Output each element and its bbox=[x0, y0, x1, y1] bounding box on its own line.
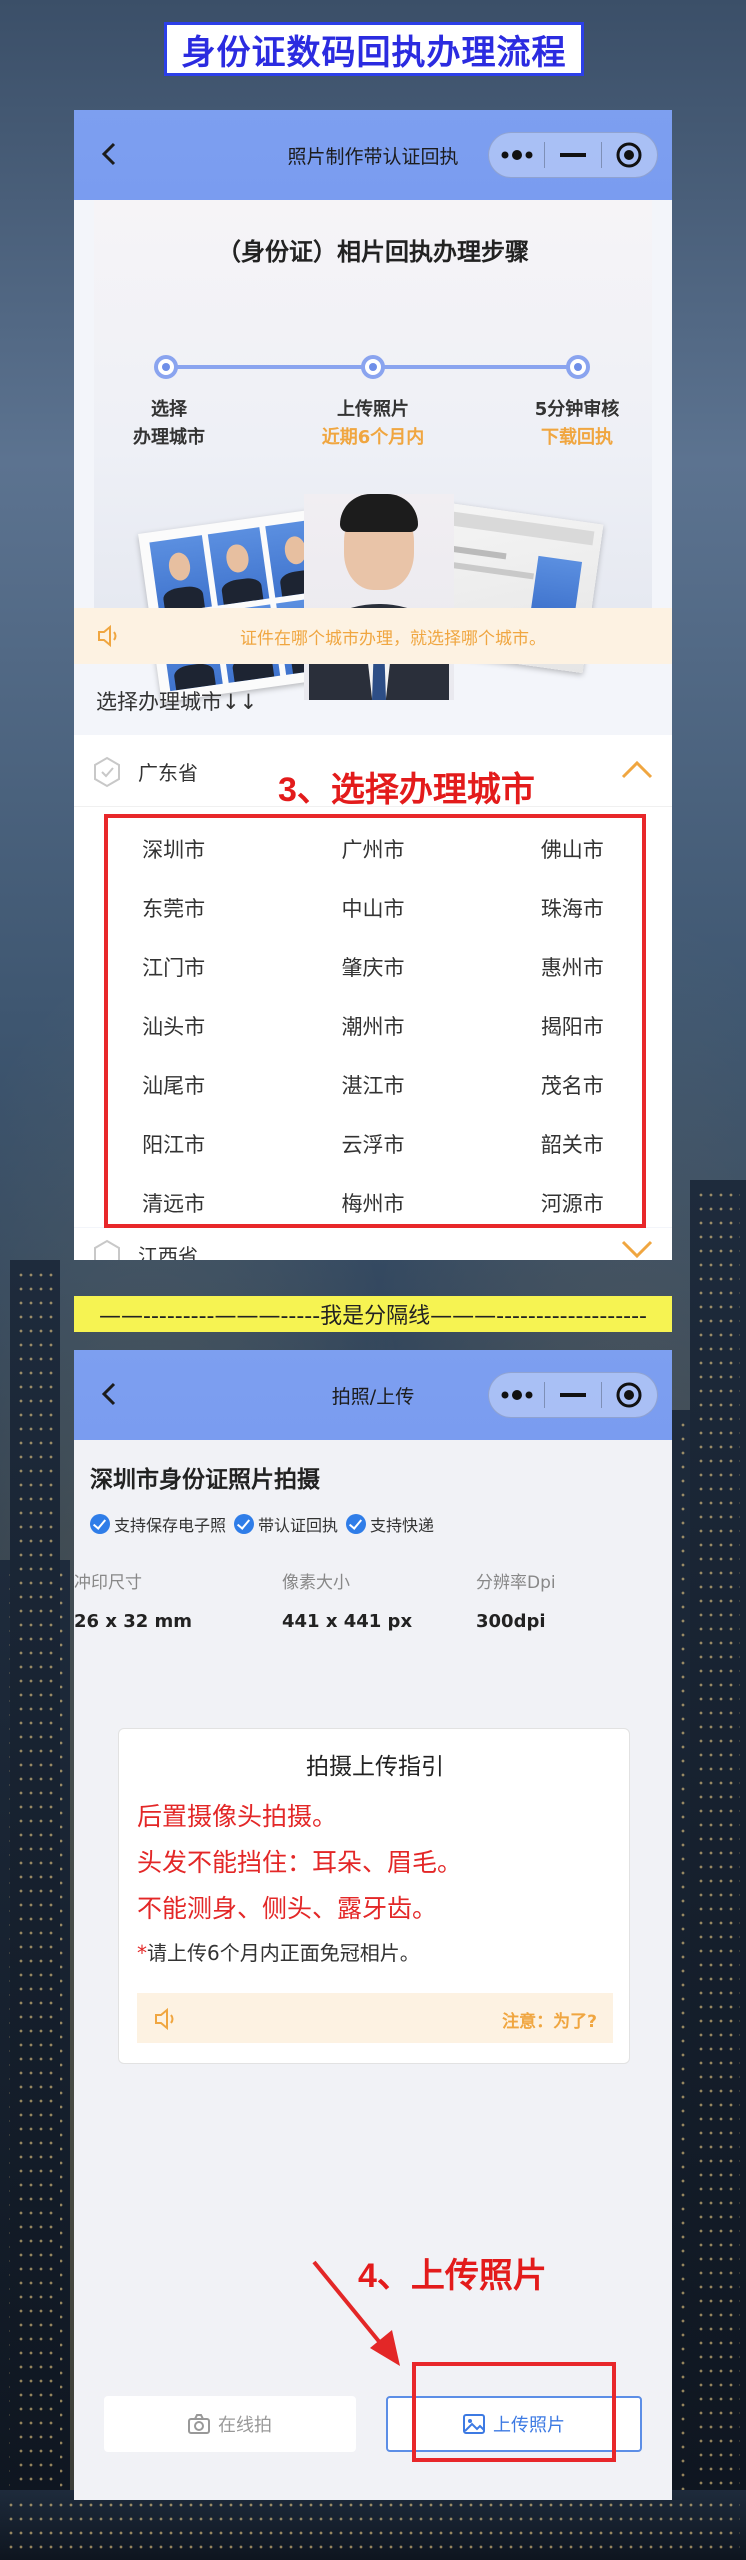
upload-guide-card: 拍摄上传指引 后置摄像头拍摄。 头发不能挡住：耳朵、眉毛。 不能测身、侧头、露牙… bbox=[118, 1728, 630, 2064]
city-item[interactable]: 汕尾市 bbox=[74, 1055, 273, 1114]
upload-photo-button[interactable]: 上传照片 bbox=[386, 2396, 642, 2452]
city-item[interactable]: 汕头市 bbox=[74, 996, 273, 1055]
check-circle-icon bbox=[234, 1514, 255, 1534]
step-dot bbox=[154, 355, 178, 379]
sample-photos-illustration bbox=[134, 494, 614, 703]
minimize-icon[interactable] bbox=[545, 1373, 600, 1417]
photo-type-title: 深圳市身份证照片拍摄 bbox=[90, 1467, 320, 1493]
nav-bar: 照片制作带认证回执 bbox=[74, 110, 672, 200]
feature-tags: 支持保存电子照 带认证回执 支持快递 bbox=[90, 1512, 434, 1536]
camera-icon bbox=[188, 2414, 210, 2434]
back-arrow-icon[interactable] bbox=[96, 140, 124, 168]
separator-line: ——---------———-----我是分隔线———-------------… bbox=[74, 1296, 672, 1332]
province-row-jiangxi[interactable]: 江西省 bbox=[74, 1228, 672, 1260]
step-dot bbox=[361, 355, 385, 379]
check-circle-icon bbox=[346, 1514, 367, 1534]
warning-bar: 注意：为了? bbox=[137, 1993, 613, 2043]
spec-pixel-size: 像素大小 441 x 441 px bbox=[282, 1573, 413, 1632]
city-item[interactable]: 清远市 bbox=[74, 1173, 273, 1232]
section-title: 选择办理城市↓↓ bbox=[96, 690, 258, 714]
city-select-screen: 照片制作带认证回执 （身份证）相片回执办理步骤 选择 办理城市 上传照片 近期6… bbox=[74, 110, 672, 1260]
steps-title: （身份证）相片回执办理步骤 bbox=[217, 238, 529, 266]
city-item[interactable]: 河源市 bbox=[473, 1173, 672, 1232]
chevron-up-icon[interactable] bbox=[620, 755, 654, 785]
feature-tag: 支持保存电子照 bbox=[90, 1512, 226, 1536]
speaker-icon bbox=[155, 2007, 174, 2031]
page-main-title: 身份证数码回执办理流程 bbox=[164, 22, 584, 76]
city-item[interactable]: 深圳市 bbox=[74, 819, 273, 878]
nav-title: 拍照/上传 bbox=[331, 1385, 415, 1408]
nav-title: 照片制作带认证回执 bbox=[287, 145, 459, 168]
city-item[interactable]: 茂名市 bbox=[473, 1055, 672, 1114]
city-item[interactable]: 韶关市 bbox=[473, 1114, 672, 1173]
step-2: 上传照片 近期6个月内 bbox=[321, 399, 425, 448]
notice-bar: 证件在哪个城市办理，就选择哪个城市。 bbox=[74, 608, 672, 664]
city-item[interactable]: 云浮市 bbox=[273, 1114, 472, 1173]
city-item[interactable]: 梅州市 bbox=[273, 1173, 472, 1232]
back-arrow-icon[interactable] bbox=[96, 1380, 124, 1408]
guide-line: 头发不能挡住：耳朵、眉毛。 bbox=[137, 1848, 463, 1877]
check-circle-icon bbox=[90, 1514, 110, 1534]
step-1: 选择 办理城市 bbox=[133, 399, 205, 448]
guide-title: 拍摄上传指引 bbox=[306, 1754, 444, 1780]
city-grid: 深圳市 广州市 佛山市 东莞市 中山市 珠海市 江门市 肇庆市 惠州市 汕头市 … bbox=[74, 807, 672, 1227]
city-item[interactable]: 佛山市 bbox=[473, 819, 672, 878]
warning-text: 注意：为了? bbox=[502, 2012, 597, 2032]
spec-print-size: 冲印尺寸 26 x 32 mm bbox=[74, 1573, 193, 1632]
location-icon bbox=[94, 756, 120, 788]
guide-line: 后置摄像头拍摄。 bbox=[137, 1802, 338, 1831]
city-item[interactable]: 东莞市 bbox=[74, 878, 273, 937]
guide-note: *请上传6个月内正面免冠相片。 bbox=[137, 1941, 420, 1965]
chevron-down-icon[interactable] bbox=[620, 1234, 654, 1260]
steps-banner: （身份证）相片回执办理步骤 选择 办理城市 上传照片 近期6个月内 5分钟审核 … bbox=[94, 200, 652, 703]
more-dots-icon[interactable] bbox=[489, 1373, 544, 1417]
portrait-image bbox=[304, 494, 454, 700]
city-item[interactable]: 惠州市 bbox=[473, 937, 672, 996]
pointer-arrow-icon bbox=[312, 2260, 400, 2366]
nav-bar: 拍照/上传 bbox=[74, 1350, 672, 1440]
province-name: 广东省 bbox=[138, 761, 198, 785]
spec-dpi: 分辨率Dpi 300dpi bbox=[476, 1573, 556, 1632]
city-item[interactable]: 阳江市 bbox=[74, 1114, 273, 1173]
step-dot bbox=[566, 355, 590, 379]
feature-tag: 支持快递 bbox=[346, 1512, 434, 1536]
city-item[interactable]: 江门市 bbox=[74, 937, 273, 996]
city-item[interactable]: 肇庆市 bbox=[273, 937, 472, 996]
target-circle-icon[interactable] bbox=[602, 133, 657, 177]
mini-program-capsule bbox=[488, 1372, 658, 1418]
city-item[interactable]: 广州市 bbox=[273, 819, 472, 878]
city-item[interactable]: 潮州市 bbox=[273, 996, 472, 1055]
province-name: 江西省 bbox=[138, 1244, 198, 1260]
city-item[interactable]: 揭阳市 bbox=[473, 996, 672, 1055]
mini-program-capsule bbox=[488, 132, 658, 178]
minimize-icon[interactable] bbox=[545, 133, 600, 177]
image-icon bbox=[463, 2414, 485, 2434]
notice-text: 证件在哪个城市办理，就选择哪个城市。 bbox=[240, 628, 546, 649]
city-item[interactable]: 湛江市 bbox=[273, 1055, 472, 1114]
online-shoot-button[interactable]: 在线拍 bbox=[104, 2396, 356, 2452]
step-3: 5分钟审核 下载回执 bbox=[534, 399, 620, 448]
more-dots-icon[interactable] bbox=[489, 133, 544, 177]
guide-line: 不能测身、侧头、露牙齿。 bbox=[137, 1894, 438, 1923]
city-item[interactable]: 珠海市 bbox=[473, 878, 672, 937]
location-icon bbox=[94, 1239, 120, 1260]
annotation-step-3: 3、选择办理城市 bbox=[278, 771, 535, 809]
feature-tag: 带认证回执 bbox=[234, 1512, 338, 1536]
city-item[interactable]: 中山市 bbox=[273, 878, 472, 937]
target-circle-icon[interactable] bbox=[602, 1373, 657, 1417]
